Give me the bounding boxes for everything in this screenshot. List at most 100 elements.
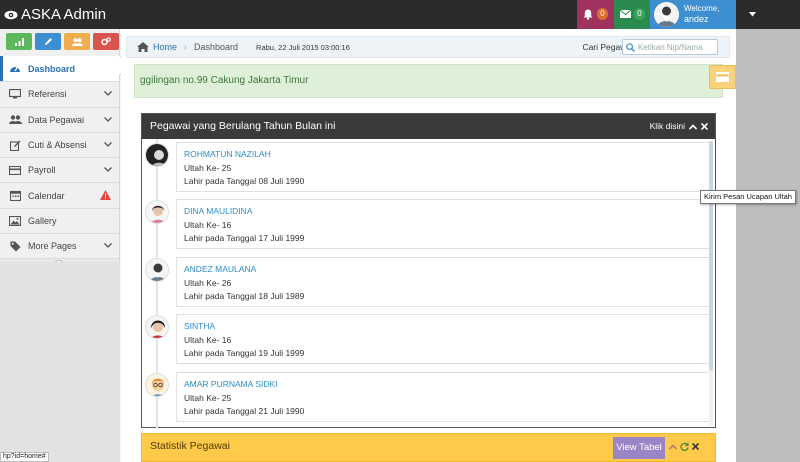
birth-date: Lahir pada Tanggal 18 Juli 1989	[184, 291, 305, 301]
brand[interactable]: ASKA Admin	[4, 6, 106, 23]
birthday-age: Ultah Ke- 25	[184, 392, 232, 403]
sidebar-item-cuti-absensi[interactable]: Cuti & Absensi	[0, 131, 119, 157]
avatar	[145, 200, 169, 224]
shortcut-stats-button[interactable]	[6, 33, 32, 50]
birthday-age: Ultah Ke- 25	[184, 162, 232, 173]
birthday-card: SINTHA Ultah Ke- 16 Lahir pada Tanggal 1…	[176, 314, 712, 364]
info-alert: ggilingan no.99 Cakung Jakarta Timur	[134, 64, 723, 98]
envelope-icon	[620, 10, 631, 18]
sidebar-item-more-pages[interactable]: More Pages	[0, 233, 119, 258]
birth-date: Lahir pada Tanggal 21 Juli 1990	[184, 406, 305, 416]
tooltip: Kirim Pesan Ucapan Ultah	[700, 190, 796, 204]
username: andez	[684, 14, 709, 24]
refresh-icon[interactable]	[680, 442, 689, 451]
home-icon	[137, 42, 149, 52]
birth-date: Lahir pada Tanggal 19 Juli 1999	[184, 348, 305, 358]
close-icon[interactable]	[692, 443, 699, 450]
users-icon	[71, 37, 83, 46]
messages-button[interactable]: 0	[614, 0, 650, 29]
chevron-down-icon	[104, 167, 112, 173]
birthday-panel: Pegawai yang Berulang Tahun Bulan ini Kl…	[141, 113, 716, 428]
employee-name-link[interactable]: ANDEZ MAULANA	[184, 263, 711, 277]
close-icon[interactable]	[701, 123, 708, 130]
chevron-up-icon[interactable]	[689, 123, 697, 130]
sidebar: Dashboard Referensi Data Pegawai Cuti & …	[0, 29, 120, 462]
chevron-right-icon: ›	[184, 42, 188, 52]
sidebar-item-label: Calendar	[28, 190, 65, 201]
message-count-badge: 0	[634, 8, 645, 20]
birthday-card: DINA MAULIDINA Ultah Ke- 16 Lahir pada T…	[176, 199, 712, 249]
chevron-up-icon[interactable]	[669, 443, 677, 450]
panel-header: Pegawai yang Berulang Tahun Bulan ini Kl…	[142, 114, 715, 139]
user-menu-dropdown-area[interactable]	[736, 0, 800, 29]
notifications-button[interactable]: 0	[577, 0, 614, 29]
caret-down-icon	[749, 12, 756, 17]
chevron-down-icon	[104, 116, 112, 122]
sidebar-item-label: Gallery	[28, 215, 57, 226]
employee-name-link[interactable]: SINTHA	[184, 320, 711, 334]
users-icon	[8, 115, 22, 125]
panel-title: Statistik Pegawai	[150, 440, 230, 452]
pencil-icon	[44, 37, 53, 46]
shortcut-users-button[interactable]	[64, 33, 90, 50]
birthday-card: AMAR PURNAMA SIDKI Ultah Ke- 25 Lahir pa…	[176, 372, 712, 422]
avatar	[145, 258, 169, 282]
main-content: Home › Dashboard Rabu, 22 Juli 2015 03:0…	[121, 29, 736, 462]
click-here-link[interactable]: Klik disini	[650, 114, 685, 139]
sidebar-item-label: Referensi	[28, 89, 67, 100]
chevron-down-icon	[104, 243, 112, 248]
birthday-age: Ultah Ke- 26	[184, 277, 232, 288]
birth-date: Lahir pada Tanggal 17 Juli 1999	[184, 233, 305, 243]
cogs-icon	[101, 37, 111, 46]
avatar	[145, 143, 169, 167]
sidebar-item-label: Dashboard	[28, 63, 76, 74]
shortcut-settings-button[interactable]	[93, 33, 119, 50]
birthday-timeline: ROHMATUN NAZILAH Ultah Ke- 25 Lahir pada…	[142, 139, 715, 428]
list-item: SINTHA Ultah Ke- 16 Lahir pada Tanggal 1…	[145, 314, 712, 364]
sidebar-item-referensi[interactable]: Referensi	[0, 81, 119, 106]
datetime: Rabu, 22 Juli 2015 03:00:16	[256, 42, 350, 52]
search-placeholder: Ketikan Nip/Nama	[638, 42, 703, 52]
scrollbar-thumb[interactable]	[709, 141, 713, 371]
sidebar-item-dashboard[interactable]: Dashboard	[0, 56, 119, 82]
welcome-text: Welcome, andez	[684, 4, 719, 24]
birthday-age: Ultah Ke- 16	[184, 334, 232, 345]
employee-name-link[interactable]: AMAR PURNAMA SIDKI	[184, 378, 711, 392]
list-item: ANDEZ MAULANA Ultah Ke- 26 Lahir pada Ta…	[145, 257, 712, 307]
scrollbar[interactable]	[709, 141, 713, 426]
breadcrumb: Home › Dashboard Rabu, 22 Juli 2015 03:0…	[126, 36, 730, 58]
sidebar-item-label: Cuti & Absensi	[28, 140, 87, 151]
avatar	[654, 2, 679, 27]
list-item: ROHMATUN NAZILAH Ultah Ke- 25 Lahir pada…	[145, 142, 712, 192]
alert-text: ggilingan no.99 Cakung Jakarta Timur	[140, 75, 309, 86]
sidebar-empty-area	[0, 262, 120, 462]
user-menu-button[interactable]: Welcome, andez	[650, 0, 736, 29]
sidebar-item-payroll[interactable]: Payroll	[0, 157, 119, 182]
welcome-label: Welcome,	[684, 4, 720, 13]
breadcrumb-home-link[interactable]: Home	[153, 42, 177, 52]
employee-name-link[interactable]: DINA MAULIDINA	[184, 205, 711, 219]
list-item: DINA MAULIDINA Ultah Ke- 16 Lahir pada T…	[145, 199, 712, 249]
credit-card-icon	[8, 165, 22, 175]
search-input[interactable]: Ketikan Nip/Nama	[622, 39, 718, 55]
warning-icon	[100, 190, 111, 201]
sidebar-item-gallery[interactable]: Gallery	[0, 207, 119, 233]
page-gutter	[736, 29, 800, 462]
birthday-card: ROHMATUN NAZILAH Ultah Ke- 25 Lahir pada…	[176, 142, 712, 192]
status-bar-url: hp?id=home#	[0, 452, 49, 462]
shortcut-edit-button[interactable]	[35, 33, 61, 50]
tag-icon	[8, 241, 22, 252]
side-panel-toggle[interactable]	[709, 65, 736, 89]
birthday-age: Ultah Ke- 16	[184, 219, 232, 230]
employee-name-link[interactable]: ROHMATUN NAZILAH	[184, 148, 711, 162]
picture-icon	[8, 215, 22, 226]
chevron-down-icon	[104, 91, 112, 97]
view-table-button[interactable]: View Tabel	[613, 437, 665, 459]
chevron-down-icon	[104, 141, 112, 147]
calendar-icon	[8, 190, 22, 202]
sidebar-item-calendar[interactable]: Calendar	[0, 182, 119, 207]
sidebar-item-data-pegawai[interactable]: Data Pegawai	[0, 106, 119, 132]
statistics-panel: Statistik Pegawai View Tabel	[141, 433, 716, 462]
breadcrumb-current: Dashboard	[194, 42, 239, 52]
dashboard-icon	[8, 64, 22, 73]
